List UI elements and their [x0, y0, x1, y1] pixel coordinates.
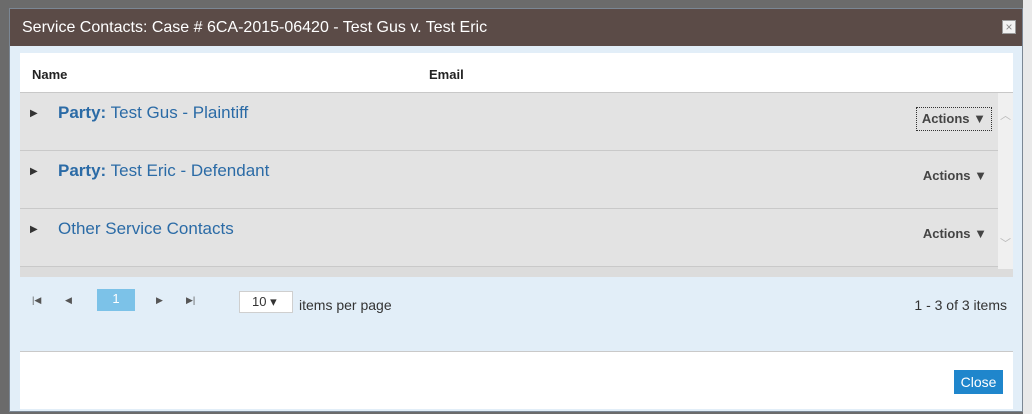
background-strip [1023, 0, 1032, 414]
items-per-page-label: items per page [299, 297, 392, 313]
first-page-icon[interactable]: |◀ [32, 295, 41, 306]
column-header-name[interactable]: Name [32, 67, 67, 82]
pager: |◀ ◀ 1 ▶ ▶| 10 ▾ items per page 1 - 3 of… [20, 277, 1013, 325]
actions-button[interactable]: Actions ▼ [918, 165, 992, 187]
group-title[interactable]: Party: Test Eric - Defendant [58, 161, 269, 181]
previous-page-icon[interactable]: ◀ [65, 295, 72, 306]
group-label: Test Gus - Plaintiff [110, 103, 249, 122]
chevron-down-icon[interactable]: ﹀ [1000, 235, 1011, 251]
dialog-titlebar: Service Contacts: Case # 6CA-2015-06420 … [10, 9, 1022, 46]
next-page-icon[interactable]: ▶ [156, 295, 163, 306]
grid-body: ▶ Party: Test Gus - Plaintiff Actions ▼ … [20, 93, 998, 269]
contacts-grid: Name Email ▶ Party: Test Gus - Plaintiff… [20, 53, 1013, 277]
grid-header: Name Email [20, 53, 1013, 93]
current-page-button[interactable]: 1 [97, 289, 135, 311]
chevron-up-icon[interactable]: ︿ [1000, 107, 1011, 123]
group-label: Test Eric - Defendant [110, 161, 270, 180]
close-button[interactable]: Close [954, 370, 1003, 394]
dialog-title: Service Contacts: Case # 6CA-2015-06420 … [22, 19, 488, 36]
expand-triangle-icon[interactable]: ▶ [30, 224, 38, 235]
group-title[interactable]: Party: Test Gus - Plaintiff [58, 103, 248, 123]
pager-info: 1 - 3 of 3 items [914, 297, 1007, 313]
expand-triangle-icon[interactable]: ▶ [30, 108, 38, 119]
service-contacts-dialog: Service Contacts: Case # 6CA-2015-06420 … [9, 8, 1023, 412]
group-label-prefix: Party: [58, 161, 107, 180]
actions-button[interactable]: Actions ▼ [918, 223, 992, 245]
dialog-footer: Close [20, 351, 1013, 409]
group-label-prefix: Party: [58, 103, 107, 122]
group-label: Other Service Contacts [58, 219, 234, 238]
column-header-email[interactable]: Email [429, 67, 464, 82]
group-row: ▶ Other Service Contacts Actions ▼ [20, 209, 998, 267]
group-row: ▶ Party: Test Gus - Plaintiff Actions ▼ [20, 93, 998, 151]
page-size-select[interactable]: 10 ▾ [239, 291, 293, 313]
actions-button[interactable]: Actions ▼ [915, 107, 992, 131]
group-title[interactable]: Other Service Contacts [58, 219, 234, 239]
vertical-scrollbar[interactable]: ︿ ﹀ [998, 93, 1013, 269]
close-icon[interactable]: × [1002, 20, 1016, 34]
expand-triangle-icon[interactable]: ▶ [30, 166, 38, 177]
group-row: ▶ Party: Test Eric - Defendant Actions ▼ [20, 151, 998, 209]
last-page-icon[interactable]: ▶| [186, 295, 195, 306]
